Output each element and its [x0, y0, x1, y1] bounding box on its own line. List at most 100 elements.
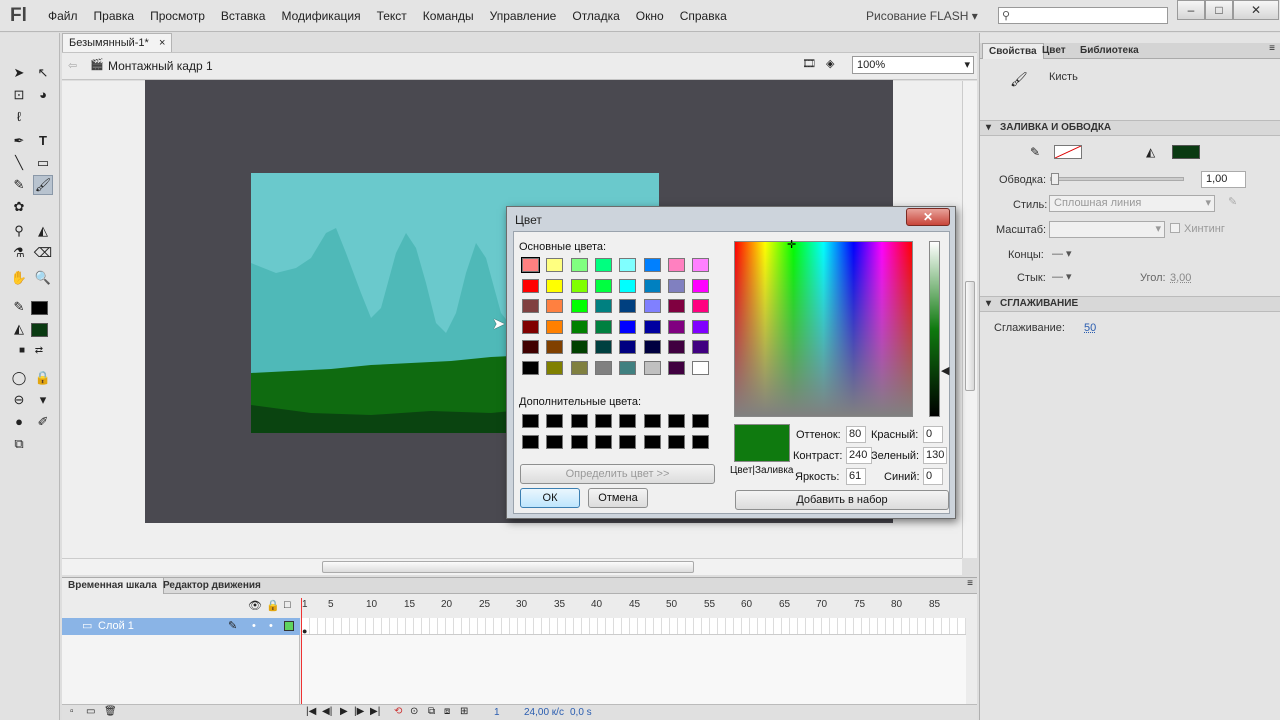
- current-frame[interactable]: 1: [494, 707, 500, 718]
- lasso-tool-icon[interactable]: ℓ: [9, 107, 29, 127]
- custom-color-swatch[interactable]: [643, 435, 661, 449]
- brush-mode-icon[interactable]: ⊖: [9, 390, 29, 410]
- lock-icon[interactable]: 🔒: [266, 599, 280, 612]
- menu-window[interactable]: Окно: [628, 9, 672, 23]
- basic-color-swatch[interactable]: [594, 319, 612, 334]
- hinting-checkbox[interactable]: [1170, 223, 1180, 233]
- close-window-button[interactable]: ✕: [1233, 0, 1279, 20]
- basic-color-swatch[interactable]: [667, 360, 685, 375]
- custom-color-swatch[interactable]: [643, 414, 661, 428]
- menu-modify[interactable]: Модификация: [273, 9, 368, 23]
- crosshair-icon[interactable]: ✛: [787, 238, 796, 251]
- custom-color-swatch[interactable]: [570, 414, 588, 428]
- menu-insert[interactable]: Вставка: [213, 9, 274, 23]
- basic-color-swatch[interactable]: [619, 258, 637, 272]
- menu-control[interactable]: Управление: [482, 9, 565, 23]
- basic-color-swatch[interactable]: [692, 360, 710, 375]
- menu-commands[interactable]: Команды: [415, 9, 482, 23]
- basic-color-swatch[interactable]: [667, 340, 685, 354]
- back-arrow-icon[interactable]: ⇦: [68, 59, 77, 72]
- custom-color-swatch[interactable]: [619, 435, 637, 449]
- lock-fill-icon[interactable]: 🔒: [33, 368, 53, 388]
- luminance-bar[interactable]: [929, 241, 940, 417]
- prev-frame-icon[interactable]: ◀|: [322, 706, 332, 717]
- onion-skin-icon[interactable]: ⧉: [428, 706, 435, 717]
- outline-icon[interactable]: □: [284, 599, 291, 611]
- add-to-custom-button[interactable]: Добавить в набор: [735, 490, 949, 510]
- basic-color-swatch[interactable]: [643, 360, 661, 375]
- visibility-icon[interactable]: 👁: [248, 599, 262, 612]
- edit-symbol-icon[interactable]: ◈: [826, 57, 834, 70]
- center-frame-icon[interactable]: ⊙: [410, 706, 418, 717]
- horizontal-scrollbar[interactable]: [62, 558, 962, 575]
- subselection-tool-icon[interactable]: ↖: [33, 63, 53, 83]
- delete-layer-icon[interactable]: 🗑: [104, 706, 117, 717]
- custom-color-swatch[interactable]: [594, 435, 612, 449]
- menu-view[interactable]: Просмотр: [142, 9, 213, 23]
- red-input[interactable]: 0: [923, 426, 943, 443]
- basic-color-swatch[interactable]: [546, 258, 564, 272]
- brush-tool-icon[interactable]: 🖌: [33, 175, 53, 195]
- basic-color-swatch[interactable]: [667, 299, 685, 313]
- scale-select[interactable]: ▾: [1049, 221, 1165, 238]
- text-tool-icon[interactable]: T: [33, 131, 53, 151]
- custom-color-swatch[interactable]: [667, 414, 685, 428]
- custom-color-swatch[interactable]: [522, 414, 539, 428]
- custom-color-swatch[interactable]: [692, 435, 710, 449]
- vertical-scroll-thumb[interactable]: [965, 281, 975, 391]
- basic-color-swatch[interactable]: [692, 299, 710, 313]
- basic-color-swatch[interactable]: [546, 299, 564, 313]
- smoothing-value[interactable]: 50: [1084, 322, 1096, 334]
- basic-color-swatch[interactable]: [692, 258, 710, 272]
- elapsed-time[interactable]: 0,0 s: [570, 707, 592, 718]
- edit-style-icon[interactable]: ✎: [1228, 195, 1237, 208]
- cancel-button[interactable]: Отмена: [588, 488, 648, 508]
- eyedropper-icon[interactable]: ⚗: [9, 243, 29, 263]
- ok-button[interactable]: ОК: [520, 488, 580, 508]
- basic-color-swatch[interactable]: [594, 299, 612, 313]
- basic-color-swatch[interactable]: [692, 319, 710, 334]
- basic-color-swatch[interactable]: [546, 278, 564, 293]
- basic-color-swatch[interactable]: [594, 360, 612, 375]
- eraser-icon[interactable]: ⌫: [33, 243, 53, 263]
- line-tool-icon[interactable]: ╲: [9, 153, 29, 173]
- basic-color-swatch[interactable]: [619, 360, 637, 375]
- basic-color-swatch[interactable]: [570, 299, 588, 313]
- basic-color-swatch[interactable]: [643, 278, 661, 293]
- workspace-switcher[interactable]: Рисование FLASH ▾: [866, 9, 978, 23]
- menu-debug[interactable]: Отладка: [564, 9, 627, 23]
- minimize-button[interactable]: –: [1177, 0, 1205, 20]
- 3d-rotation-icon[interactable]: ◕: [33, 85, 53, 105]
- panel-menu-icon[interactable]: ≡: [967, 578, 973, 589]
- color-spectrum[interactable]: ✛: [734, 238, 913, 417]
- basic-color-swatch[interactable]: [522, 319, 539, 334]
- basic-color-swatch[interactable]: [643, 340, 661, 354]
- dialog-close-button[interactable]: ✕: [906, 208, 950, 226]
- layer-name[interactable]: Слой 1: [98, 620, 134, 632]
- visible-dot-icon[interactable]: •: [252, 618, 256, 634]
- frame-ruler[interactable]: 1 5 10 15 20 25 30 35 40 45 50 55 60 65 …: [302, 599, 966, 615]
- basic-color-swatch[interactable]: [522, 299, 539, 313]
- basic-color-swatch[interactable]: [570, 360, 588, 375]
- basic-color-swatch[interactable]: [643, 319, 661, 334]
- define-color-button[interactable]: Определить цвет >>: [520, 464, 715, 484]
- stroke-slider-thumb[interactable]: [1051, 173, 1059, 185]
- caps-dropdown[interactable]: — ▾: [1052, 247, 1072, 260]
- tab-motion-editor[interactable]: Редактор движения: [157, 578, 267, 594]
- rectangle-tool-icon[interactable]: ▭: [33, 153, 53, 173]
- stroke-color-swatch[interactable]: [31, 301, 48, 315]
- basic-color-swatch[interactable]: [643, 258, 661, 272]
- layer-outline-color[interactable]: [284, 621, 294, 631]
- custom-color-swatch[interactable]: [667, 435, 685, 449]
- play-icon[interactable]: ▶: [340, 706, 348, 717]
- menu-file[interactable]: Файл: [40, 9, 86, 23]
- hand-tool-icon[interactable]: ✋: [9, 268, 29, 288]
- frame-rate[interactable]: 24,00 к/с: [524, 707, 564, 718]
- basic-color-swatch[interactable]: [594, 340, 612, 354]
- basic-color-swatch[interactable]: [570, 258, 588, 272]
- section-fill-stroke[interactable]: ▾ ЗАЛИВКА И ОБВОДКА: [980, 120, 1280, 136]
- tilt-icon[interactable]: ⧉: [9, 434, 29, 454]
- style-select[interactable]: Сплошная линия ▾: [1049, 195, 1215, 212]
- basic-color-swatch[interactable]: [522, 360, 539, 375]
- tab-library[interactable]: Библиотека: [1074, 43, 1145, 59]
